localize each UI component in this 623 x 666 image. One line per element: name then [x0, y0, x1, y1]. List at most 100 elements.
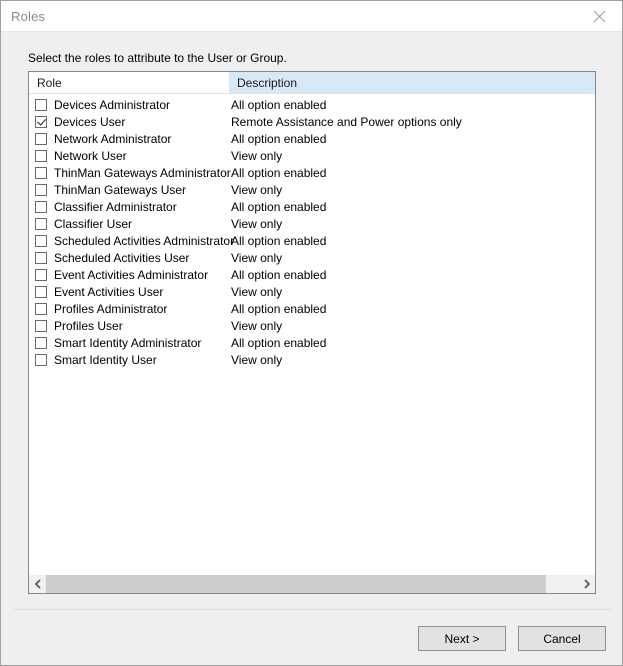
table-row[interactable]: Smart Identity Administrator All option e…	[29, 334, 595, 351]
table-row[interactable]: Event Activities User View only	[29, 283, 595, 300]
role-label: Profiles Administrator	[54, 301, 168, 316]
role-cell[interactable]: Event Activities User	[29, 285, 229, 299]
description-cell: View only	[231, 318, 283, 333]
role-cell[interactable]: Devices User	[29, 115, 229, 129]
table-row[interactable]: ThinMan Gateways Administrator All option…	[29, 164, 595, 181]
table-row[interactable]: Classifier Administrator All option enabl…	[29, 198, 595, 215]
checkbox-unchecked-icon[interactable]	[35, 183, 47, 196]
table-row[interactable]: Scheduled Activities Administrator All op…	[29, 232, 595, 249]
table-row[interactable]: Profiles Administrator All option enabled	[29, 300, 595, 317]
horizontal-scrollbar[interactable]	[29, 574, 595, 593]
checkbox-unchecked-icon[interactable]	[35, 149, 47, 162]
role-label: Network Administrator	[54, 131, 172, 146]
role-label: Classifier User	[54, 216, 133, 231]
checkbox-unchecked-icon[interactable]	[35, 285, 47, 298]
column-header-role[interactable]: Role	[29, 72, 229, 93]
role-cell[interactable]: Smart Identity User	[29, 353, 229, 367]
table-row[interactable]: Smart Identity User View only	[29, 351, 595, 368]
role-label: Classifier Administrator	[54, 199, 177, 214]
scroll-left-button[interactable]	[29, 575, 46, 593]
title-bar: Roles	[1, 1, 622, 32]
description-cell: All option enabled	[231, 199, 327, 214]
description-cell: All option enabled	[231, 335, 327, 350]
description-cell: All option enabled	[231, 131, 327, 146]
chevron-left-icon	[34, 579, 42, 589]
table-row[interactable]: Classifier User View only	[29, 215, 595, 232]
role-cell[interactable]: Profiles User	[29, 319, 229, 333]
description-cell: All option enabled	[231, 267, 327, 282]
role-label: Event Activities User	[54, 284, 164, 299]
roles-list-box[interactable]: Role Description Devices Administrator Al…	[28, 71, 596, 594]
dialog-body: Select the roles to attribute to the Use…	[1, 32, 622, 665]
role-cell[interactable]: Profiles Administrator	[29, 302, 229, 316]
role-label: Network User	[54, 148, 127, 163]
table-row[interactable]: Network User View only	[29, 147, 595, 164]
chevron-right-icon	[583, 579, 591, 589]
checkbox-unchecked-icon[interactable]	[35, 353, 47, 366]
roles-dialog-window: Roles Select the roles to attribute to t…	[0, 0, 623, 666]
table-row[interactable]: Devices User Remote Assistance and Power …	[29, 113, 595, 130]
role-label: Smart Identity Administrator	[54, 335, 202, 350]
checkbox-unchecked-icon[interactable]	[35, 336, 47, 349]
description-cell: View only	[231, 284, 283, 299]
description-cell: View only	[231, 216, 283, 231]
scroll-thumb[interactable]	[46, 575, 547, 593]
checkbox-unchecked-icon[interactable]	[35, 251, 47, 264]
table-row[interactable]: Profiles User View only	[29, 317, 595, 334]
checkbox-unchecked-icon[interactable]	[35, 98, 47, 111]
close-icon	[593, 10, 606, 23]
role-cell[interactable]: Network User	[29, 149, 229, 163]
checkbox-unchecked-icon[interactable]	[35, 268, 47, 281]
table-row[interactable]: Event Activities Administrator All option…	[29, 266, 595, 283]
checkbox-unchecked-icon[interactable]	[35, 234, 47, 247]
close-button[interactable]	[577, 1, 622, 31]
description-cell: View only	[231, 352, 283, 367]
role-cell[interactable]: ThinMan Gateways Administrator	[29, 165, 231, 180]
checkbox-unchecked-icon[interactable]	[35, 132, 47, 145]
description-cell: All option enabled	[231, 301, 327, 316]
role-label: Smart Identity User	[54, 352, 157, 367]
window-title: Roles	[11, 8, 46, 24]
role-label: Devices User	[54, 114, 126, 129]
table-row[interactable]: Network Administrator All option enabled	[29, 130, 595, 147]
role-cell[interactable]: Classifier Administrator	[29, 200, 229, 214]
checkbox-unchecked-icon[interactable]	[35, 319, 47, 332]
checkbox-unchecked-icon[interactable]	[35, 166, 47, 179]
scroll-right-button[interactable]	[578, 575, 595, 593]
checkbox-checked-icon[interactable]	[35, 115, 47, 128]
role-cell[interactable]: Scheduled Activities Administrator	[29, 234, 234, 248]
checkbox-unchecked-icon[interactable]	[35, 200, 47, 213]
role-label: ThinMan Gateways User	[54, 182, 187, 197]
checkbox-unchecked-icon[interactable]	[35, 302, 47, 315]
footer-button-bar: Next > Cancel	[418, 626, 606, 651]
scroll-track[interactable]	[46, 575, 578, 593]
column-header-description-label: Description	[237, 75, 298, 90]
role-cell[interactable]: Network Administrator	[29, 132, 229, 146]
role-cell[interactable]: Event Activities Administrator	[29, 268, 229, 282]
role-label: Devices Administrator	[54, 97, 171, 112]
roles-list-header: Role Description	[29, 72, 595, 94]
role-label: Scheduled Activities Administrator	[54, 233, 235, 248]
role-cell[interactable]: ThinMan Gateways User	[29, 183, 229, 197]
role-label: ThinMan Gateways Administrator	[54, 165, 231, 180]
checkbox-unchecked-icon[interactable]	[35, 217, 47, 230]
description-cell: Remote Assistance and Power options only	[231, 114, 462, 129]
cancel-button[interactable]: Cancel	[518, 626, 606, 651]
footer-separator	[14, 609, 611, 610]
roles-list-rows: Devices Administrator All option enabled D…	[29, 94, 595, 574]
table-row[interactable]: Devices Administrator All option enabled	[29, 96, 595, 113]
description-cell: View only	[231, 250, 283, 265]
next-button[interactable]: Next >	[418, 626, 506, 651]
role-label: Scheduled Activities User	[54, 250, 190, 265]
column-header-description[interactable]: Description	[229, 72, 595, 93]
table-row[interactable]: Scheduled Activities User View only	[29, 249, 595, 266]
role-cell[interactable]: Smart Identity Administrator	[29, 336, 229, 350]
role-cell[interactable]: Devices Administrator	[29, 98, 229, 112]
description-cell: All option enabled	[231, 165, 327, 180]
role-cell[interactable]: Classifier User	[29, 217, 229, 231]
column-header-role-label: Role	[37, 75, 62, 90]
description-cell: All option enabled	[231, 97, 327, 112]
table-row[interactable]: ThinMan Gateways User View only	[29, 181, 595, 198]
role-cell[interactable]: Scheduled Activities User	[29, 251, 229, 265]
description-cell: View only	[231, 182, 283, 197]
